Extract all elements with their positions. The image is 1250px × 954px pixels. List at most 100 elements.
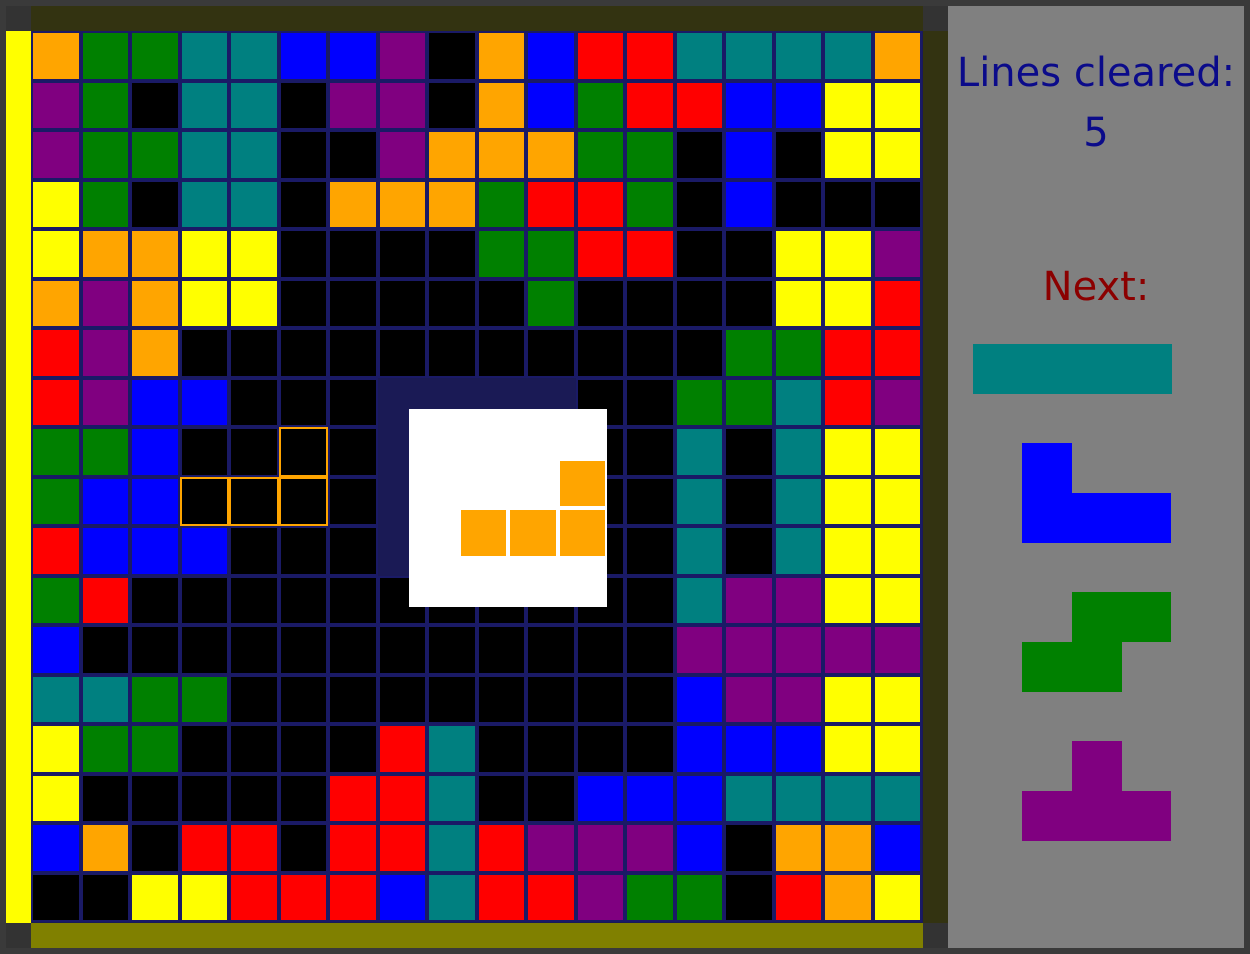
board-cell — [31, 328, 81, 378]
board-cell — [724, 476, 774, 526]
board-cell — [179, 229, 229, 279]
board-cell — [872, 476, 922, 526]
board-cell — [476, 823, 526, 873]
board-cell — [328, 229, 378, 279]
board-cell — [328, 575, 378, 625]
next-piece-block — [1022, 641, 1072, 692]
board-cell — [427, 179, 477, 229]
board-cell — [526, 130, 576, 180]
board-cell — [823, 427, 873, 477]
board-border-left — [6, 31, 31, 923]
board-cell — [823, 80, 873, 130]
preview-block — [557, 508, 607, 558]
board-cell — [229, 674, 279, 724]
board-cell — [328, 823, 378, 873]
board-cell — [526, 674, 576, 724]
board-cell — [31, 823, 81, 873]
board-cell — [724, 229, 774, 279]
board-cell — [229, 823, 279, 873]
board-cell — [526, 773, 576, 823]
board-cell — [526, 278, 576, 328]
board-cell — [179, 328, 229, 378]
board-border-top — [31, 6, 923, 31]
board-cell — [31, 674, 81, 724]
ghost-cell — [179, 476, 229, 526]
board-cell — [229, 724, 279, 774]
board-cell — [674, 476, 724, 526]
board-cell — [773, 179, 823, 229]
preview-block — [557, 458, 607, 508]
board-cell — [575, 328, 625, 378]
next-label: Next: — [1042, 264, 1150, 310]
lines-cleared-value: 5 — [1083, 110, 1109, 156]
board-cell — [674, 625, 724, 675]
board-cell — [377, 872, 427, 922]
board-cell — [179, 377, 229, 427]
board-cell — [773, 377, 823, 427]
board-cell — [80, 31, 130, 81]
board-cell — [427, 130, 477, 180]
board-cell — [179, 575, 229, 625]
board-cell — [80, 872, 130, 922]
board-cell — [823, 476, 873, 526]
board-cell — [31, 526, 81, 576]
board-cell — [724, 179, 774, 229]
preview-block — [458, 508, 508, 558]
board-cell — [575, 773, 625, 823]
board-cell — [674, 328, 724, 378]
board-cell — [328, 724, 378, 774]
board-cell — [773, 724, 823, 774]
board-cell — [724, 278, 774, 328]
board-cell — [773, 328, 823, 378]
board-cell — [80, 427, 130, 477]
board-cell — [278, 130, 328, 180]
board-cell — [179, 179, 229, 229]
board-cell — [476, 724, 526, 774]
board-cell — [130, 674, 180, 724]
board-cell — [625, 674, 675, 724]
board-cell — [229, 31, 279, 81]
board-cell — [229, 625, 279, 675]
board-cell — [724, 625, 774, 675]
board-cell — [427, 625, 477, 675]
next-piece-block — [1121, 790, 1171, 841]
next-piece-block — [1071, 641, 1122, 692]
next-piece-block — [1022, 492, 1072, 543]
board-cell — [427, 773, 477, 823]
board-cell — [80, 229, 130, 279]
board-cell — [377, 773, 427, 823]
board-cell — [625, 724, 675, 774]
board-cell — [872, 625, 922, 675]
board-cell — [179, 773, 229, 823]
board-cell — [625, 476, 675, 526]
board-cell — [130, 724, 180, 774]
board-cell — [575, 130, 625, 180]
board-cell — [278, 773, 328, 823]
board-cell — [625, 179, 675, 229]
board-cell — [427, 724, 477, 774]
board-cell — [674, 130, 724, 180]
game-board[interactable] — [31, 31, 923, 923]
board-cell — [328, 31, 378, 81]
board-cell — [229, 526, 279, 576]
board-cell — [377, 229, 427, 279]
board-cell — [278, 328, 328, 378]
board-cell — [872, 278, 922, 328]
board-cell — [377, 80, 427, 130]
board-cell — [31, 377, 81, 427]
board-cell — [575, 229, 625, 279]
board-cell — [674, 823, 724, 873]
board-cell — [823, 625, 873, 675]
board-cell — [278, 575, 328, 625]
board-cell — [130, 575, 180, 625]
board-cell — [328, 674, 378, 724]
board-cell — [625, 229, 675, 279]
board-cell — [674, 674, 724, 724]
board-cell — [80, 377, 130, 427]
board-cell — [625, 80, 675, 130]
board-cell — [476, 229, 526, 279]
lines-cleared-label: Lines cleared: — [956, 50, 1236, 96]
board-cell — [625, 328, 675, 378]
board-cell — [31, 427, 81, 477]
board-cell — [823, 773, 873, 823]
